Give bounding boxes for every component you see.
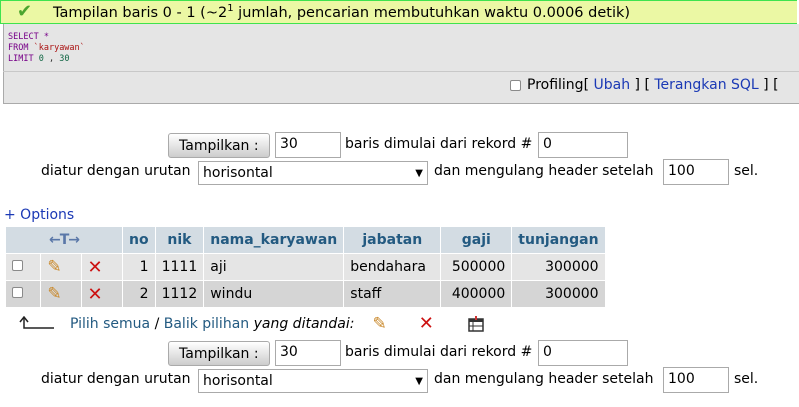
repeat-header-input-bottom[interactable]: 100	[663, 367, 729, 393]
start-record-input-bottom[interactable]: 0	[538, 340, 628, 366]
row-checkbox-cell	[6, 281, 41, 307]
sql-actions: Profiling [ Ubah ] [ Terangkan SQL ] [	[510, 77, 779, 93]
edit-cell: ✎	[41, 281, 81, 307]
success-message-bar: ✔ Tampilan baris 0 - 1 (~21 jumlah, penc…	[0, 0, 797, 24]
repeat-header-label-top: dan mengulang header setelah	[434, 163, 654, 179]
delete-cell: ✕	[81, 281, 122, 307]
explain-sql-link[interactable]: Terangkan SQL	[654, 77, 758, 93]
invert-selection-link[interactable]: Balik pilihan	[164, 316, 249, 332]
cell-tunjangan: 300000	[512, 254, 605, 280]
edit-pencil-icon[interactable]: ✎	[47, 284, 61, 304]
order-label-bottom: diatur dengan urutan	[41, 371, 191, 387]
delete-selected-x-icon[interactable]: ✕	[419, 313, 434, 334]
row-checkbox-cell	[6, 254, 41, 280]
options-link[interactable]: + Options	[4, 207, 74, 223]
dropdown-arrow-icon: ▼	[415, 167, 423, 179]
start-record-input-top[interactable]: 0	[538, 132, 628, 158]
sql-divider	[3, 71, 799, 72]
edit-sql-link[interactable]: Ubah	[594, 77, 631, 93]
dropdown-arrow-icon: ▼	[415, 375, 423, 387]
column-header-gaji[interactable]: gaji	[441, 227, 512, 253]
profiling-label: Profiling	[527, 77, 584, 93]
cell-nik: 1112	[155, 281, 204, 307]
column-header-no[interactable]: no	[123, 227, 155, 253]
start-record-label-top: baris dimulai dari rekord #	[345, 136, 533, 152]
cells-label-top: sel.	[734, 163, 759, 179]
repeat-header-input-top[interactable]: 100	[663, 159, 729, 185]
cell-tunjangan: 300000	[512, 281, 605, 307]
column-header-jabatan[interactable]: jabatan	[344, 227, 441, 253]
column-header-nama-karyawan[interactable]: nama_karyawan	[204, 227, 344, 253]
checkmark-icon: ✔	[17, 1, 33, 22]
rows-count-input-top[interactable]: 30	[275, 132, 341, 158]
cell-jabatan: staff	[344, 281, 441, 307]
column-arrows-header: ←T→	[6, 227, 122, 253]
cell-gaji: 500000	[441, 254, 512, 280]
cell-nama-karyawan: windu	[204, 281, 344, 307]
cell-no: 1	[123, 254, 155, 280]
column-header-tunjangan[interactable]: tunjangan	[512, 227, 605, 253]
order-select-top[interactable]: horisontal ▼	[198, 161, 428, 185]
delete-cell: ✕	[81, 254, 122, 280]
row-checkbox[interactable]	[12, 260, 23, 271]
edit-pencil-icon[interactable]: ✎	[47, 257, 61, 277]
column-header-nik[interactable]: nik	[155, 227, 204, 253]
cell-nama-karyawan: aji	[204, 254, 344, 280]
table-row: ✎ ✕ 2 1112 windu staff 400000 300000	[6, 281, 605, 307]
edit-cell: ✎	[41, 254, 81, 280]
rows-count-input-bottom[interactable]: 30	[275, 340, 341, 366]
repeat-header-label-bottom: dan mengulang header setelah	[434, 371, 654, 387]
column-resize-arrows-icon: ←T→	[48, 232, 80, 248]
show-button-top[interactable]: Tampilkan :	[168, 133, 270, 158]
delete-x-icon[interactable]: ✕	[88, 284, 103, 305]
bulk-actions: Pilih semua / Balik pilihan yang ditanda…	[18, 313, 484, 334]
cells-label-bottom: sel.	[734, 371, 759, 387]
cell-no: 2	[123, 281, 155, 307]
table-row: ✎ ✕ 1 1111 aji bendahara 500000 300000	[6, 254, 605, 280]
order-select-bottom[interactable]: horisontal ▼	[198, 369, 428, 393]
cell-jabatan: bendahara	[344, 254, 441, 280]
with-selected-label: yang ditandai:	[249, 315, 355, 332]
cell-gaji: 400000	[441, 281, 512, 307]
result-message: Tampilan baris 0 - 1 (~21 jumlah, pencar…	[53, 3, 631, 21]
export-table-icon[interactable]	[468, 315, 484, 332]
order-label-top: diatur dengan urutan	[41, 163, 191, 179]
edit-selected-pencil-icon[interactable]: ✎	[372, 314, 386, 334]
table-header-row: ←T→ no nik nama_karyawan jabatan gaji tu…	[6, 227, 605, 253]
start-record-label-bottom: baris dimulai dari rekord #	[345, 344, 533, 360]
show-button-bottom[interactable]: Tampilkan :	[168, 341, 270, 366]
cell-nik: 1111	[155, 254, 204, 280]
results-table: ←T→ no nik nama_karyawan jabatan gaji tu…	[5, 226, 606, 308]
select-all-link[interactable]: Pilih semua	[70, 316, 150, 332]
delete-x-icon[interactable]: ✕	[88, 257, 103, 278]
row-checkbox[interactable]	[12, 287, 23, 298]
profiling-checkbox[interactable]	[510, 79, 521, 91]
select-arrow-icon	[19, 315, 54, 329]
sql-query-text: SELECT * FROM `karyawan` LIMIT 0 , 30	[8, 32, 85, 64]
